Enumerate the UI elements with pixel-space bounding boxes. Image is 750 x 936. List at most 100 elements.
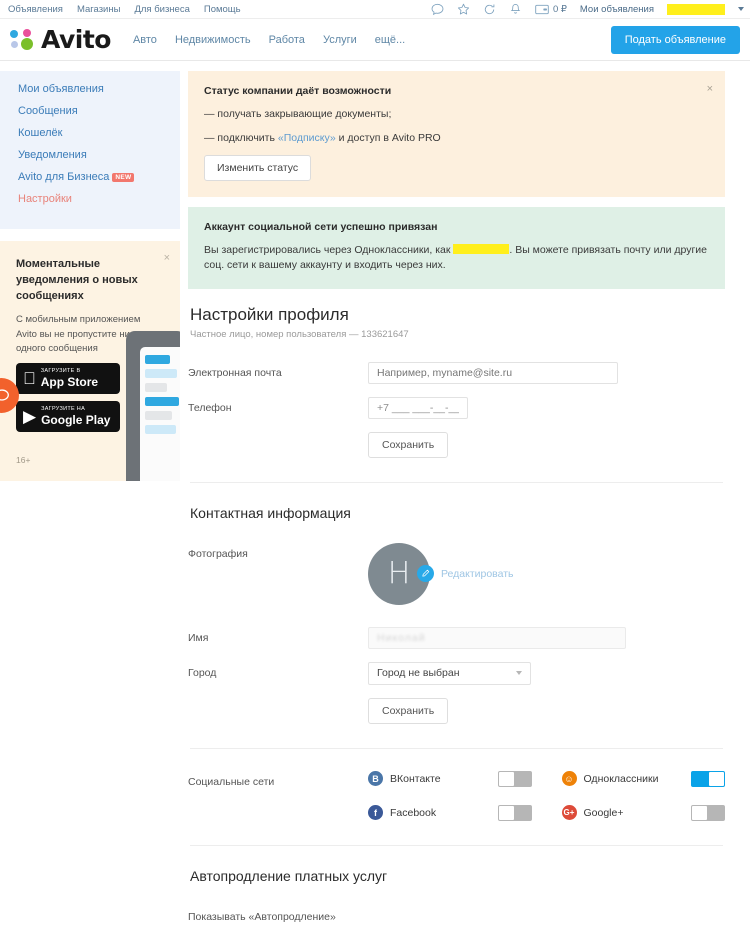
store-badges:  Загрузите в App Store ▶ Загрузите на G… [16, 363, 120, 439]
banner-text-post: и доступ в Avito PRO [335, 131, 441, 144]
email-row: Электронная почта [188, 361, 725, 384]
wallet-group[interactable]: 0 ₽ [535, 4, 567, 15]
new-badge: NEW [112, 173, 135, 182]
banner-close-icon[interactable]: × [707, 83, 713, 95]
phone-screen-illustration [140, 347, 180, 481]
star-icon[interactable] [457, 3, 470, 16]
save-profile-button[interactable]: Сохранить [368, 431, 449, 458]
social-row-facebook: f Facebook [368, 804, 532, 821]
linked-name-redacted [453, 244, 510, 255]
avito-logo-dots-icon [10, 28, 36, 51]
social-linked-banner: Аккаунт социальной сети успешно привязан… [188, 207, 725, 289]
nav-item-realty[interactable]: Недвижимость [175, 34, 251, 46]
app-store-badge-top: Загрузите в [28, 368, 80, 375]
toggle-vk[interactable] [497, 770, 532, 787]
name-input[interactable]: Николай [368, 626, 626, 649]
phone-input[interactable] [368, 396, 468, 419]
sidebar-item-notifications[interactable]: Уведомления [18, 149, 180, 161]
divider [190, 747, 723, 749]
page-title: Настройки профиля [190, 304, 349, 324]
city-row: Город Город не выбран [188, 661, 725, 685]
banner-bullet-documents: — получать закрывающие документы; [204, 108, 392, 120]
chevron-down-icon[interactable] [738, 7, 744, 11]
city-select[interactable]: Город не выбран [368, 661, 531, 685]
toggle-facebook[interactable] [497, 804, 532, 821]
autorenew-section-title: Автопродление платных услуг [190, 867, 388, 884]
sidebar-item-my-ads[interactable]: Мои объявления [18, 83, 180, 95]
email-label: Электронная почта [188, 366, 282, 379]
mobile-app-promo: × Моментальные уведомления о новых сообщ… [0, 241, 180, 481]
google-play-badge[interactable]: ▶ Загрузите на Google Play [16, 401, 120, 432]
edit-pencil-icon[interactable] [417, 565, 434, 583]
name-value-blurred: Николай [377, 631, 426, 644]
page-body: Мои объявления Сообщения Кошелёк Уведомл… [0, 61, 750, 936]
phone-row: Телефон [188, 396, 725, 419]
top-nav-links: Объявления Магазины Для бизнеса Помощь [8, 4, 241, 15]
nav-item-auto[interactable]: Авто [133, 34, 157, 46]
top-link-help[interactable]: Помощь [204, 4, 241, 15]
message-icon[interactable] [431, 3, 444, 16]
nav-item-services[interactable]: Услуги [323, 34, 357, 46]
facebook-icon: f [368, 805, 383, 821]
top-bar-right-group: 0 ₽ Мои объявления [431, 3, 744, 16]
photo-row: Фотография Н Редактировать [188, 542, 725, 605]
subscription-link[interactable]: «Подписку» [278, 132, 336, 144]
my-ads-link[interactable]: Мои объявления [580, 4, 654, 15]
sidebar-item-label: Мои объявления [18, 83, 104, 95]
main-header: Avito Авто Недвижимость Работа Услуги ещ… [0, 19, 750, 61]
autorenew-row: Показывать «Автопродление» [188, 906, 725, 923]
promo-close-icon[interactable]: × [164, 253, 170, 264]
social-networks-grid: B ВКонтакте ☺ Одноклассники f Facebook G… [368, 770, 725, 821]
avito-logo[interactable]: Avito [10, 27, 111, 52]
sidebar-item-messages[interactable]: Сообщения [18, 105, 180, 117]
promo-text: С мобильным приложением Avito вы не проп… [16, 313, 141, 355]
divider [190, 481, 723, 483]
google-play-badge-name: Google Play [41, 412, 111, 427]
promo-title: Моментальные уведомления о новых сообщен… [16, 258, 138, 302]
banner-title: Аккаунт социальной сети успешно привязан [204, 221, 438, 234]
banner-body-text: Вы зарегистрировались через Одноклассник… [204, 243, 709, 272]
wallet-amount: 0 ₽ [552, 3, 567, 15]
sidebar-item-label: Сообщения [18, 105, 78, 117]
bell-icon[interactable] [509, 3, 522, 16]
vk-icon: B [368, 771, 383, 787]
social-row-vk: B ВКонтакте [368, 770, 532, 787]
app-store-badge-name: App Store [28, 374, 98, 389]
username-redacted [667, 3, 725, 15]
change-status-button[interactable]: Изменить статус [204, 155, 312, 182]
edit-photo-link[interactable]: Редактировать [441, 568, 514, 580]
app-store-badge[interactable]:  Загрузите в App Store [16, 363, 120, 394]
banner-bullet-subscription: — подключить «Подписку» и доступ в Avito… [204, 131, 709, 146]
sidebar-item-avito-business[interactable]: Avito для Бизнеса NEW [18, 171, 180, 183]
toggle-googleplus[interactable] [691, 804, 725, 821]
toggle-odnoklassniki[interactable] [691, 770, 725, 787]
google-play-icon: ▶ [23, 407, 37, 426]
nav-item-more[interactable]: ещё... [375, 34, 405, 46]
banner-text-pre: Вы зарегистрировались через Одноклассник… [204, 244, 451, 257]
social-networks-row: Социальные сети B ВКонтакте ☺ Одноклассн… [188, 770, 725, 821]
apple-icon:  [23, 370, 36, 387]
social-label-googleplus: Google+ [583, 806, 624, 819]
wallet-icon [535, 4, 549, 15]
nav-item-jobs[interactable]: Работа [269, 34, 305, 46]
company-status-banner: × Статус компании даёт возможности — пол… [188, 71, 725, 198]
post-ad-button[interactable]: Подать объявление [610, 25, 740, 54]
sidebar-item-label: Avito для Бизнеса [18, 171, 110, 183]
top-link-ads[interactable]: Объявления [8, 4, 63, 15]
history-icon[interactable] [483, 3, 496, 16]
social-row-odnoklassniki: ☺ Одноклассники [561, 770, 725, 787]
age-rating-label: 16+ [16, 455, 31, 465]
top-link-shops[interactable]: Магазины [77, 4, 120, 15]
sidebar: Мои объявления Сообщения Кошелёк Уведомл… [0, 61, 180, 481]
save-contacts-button[interactable]: Сохранить [368, 697, 449, 724]
sidebar-item-wallet[interactable]: Кошелёк [18, 127, 180, 139]
email-input[interactable] [368, 361, 618, 384]
social-row-googleplus: G+ Google+ [561, 804, 725, 821]
sidebar-item-settings[interactable]: Настройки [18, 193, 180, 205]
social-label-odnoklassniki: Одноклассники [583, 772, 659, 785]
social-label-facebook: Facebook [390, 806, 437, 819]
top-link-business[interactable]: Для бизнеса [134, 4, 189, 15]
name-row: Имя Николай [188, 626, 725, 649]
